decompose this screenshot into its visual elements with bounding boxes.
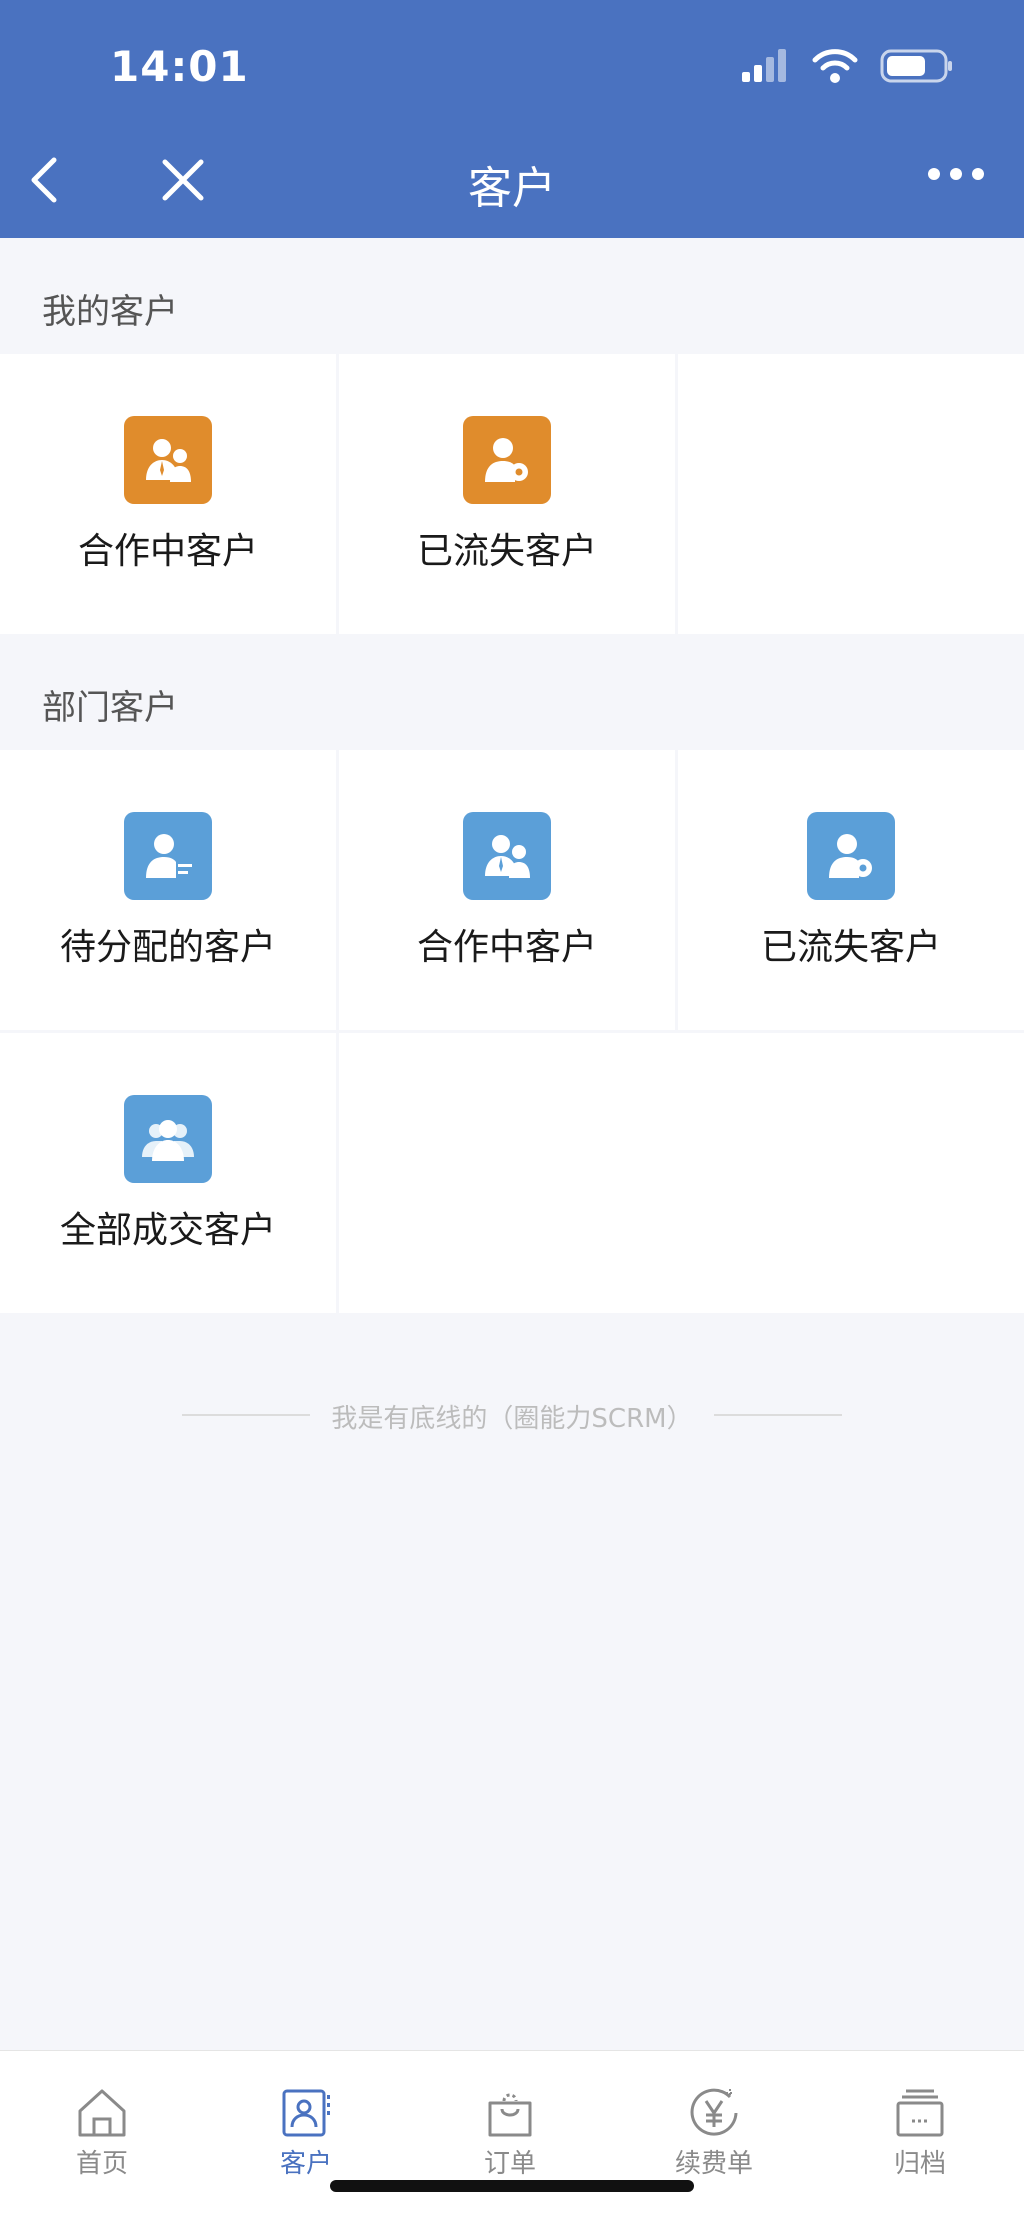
customers-cooperating-icon (463, 812, 551, 900)
page-title: 客户 (468, 163, 556, 214)
grid-item-label: 已流失客户 (760, 927, 941, 968)
divider-line (714, 1414, 842, 1416)
grid-item-label: 合作中客户 (416, 927, 597, 968)
yen-renew-icon (690, 2088, 738, 2136)
section-title-my: 我的客户 (42, 292, 178, 332)
contacts-icon (282, 2089, 330, 2137)
grid-item-dept-all-deals[interactable]: 全部成交客户 (0, 1033, 336, 1313)
grid-item-label: 已流失客户 (416, 531, 597, 572)
grid-item-label: 合作中客户 (77, 531, 258, 572)
wifi-icon (812, 49, 858, 83)
grid-item-label: 全部成交客户 (59, 1210, 276, 1251)
status-time: 14:01 (110, 42, 249, 91)
tab-label: 续费单 (674, 2149, 753, 2179)
header-bar: 14:01 客户 (0, 0, 1024, 238)
grid-item-label: 待分配的客户 (59, 927, 276, 968)
customer-pending-icon (124, 812, 212, 900)
screen: 14:01 客户 我的客户 合作中客户 已流失客户 部门客户 待分配的客户 合作… (0, 0, 1024, 2216)
home-indicator[interactable] (330, 2180, 694, 2192)
grid-item-my-lost[interactable]: 已流失客户 (339, 354, 675, 634)
signal-icon (742, 49, 786, 82)
tab-home[interactable]: 首页 (0, 2051, 204, 2216)
status-icons (740, 48, 954, 84)
battery-icon (880, 49, 952, 83)
section-title-dept: 部门客户 (42, 688, 178, 728)
grid-item-dept-lost[interactable]: 已流失客户 (678, 750, 1024, 1030)
tab-label: 客户 (279, 2149, 332, 2179)
customer-lost-icon (463, 416, 551, 504)
grid-item-my-cooperating[interactable]: 合作中客户 (0, 354, 336, 634)
customers-cooperating-icon (124, 416, 212, 504)
end-of-list-text: 我是有底线的（圈能力SCRM） (331, 1404, 693, 1434)
customer-lost-icon (807, 812, 895, 900)
grid-empty-cell (678, 354, 1024, 634)
home-icon (78, 2089, 126, 2137)
tab-label: 订单 (483, 2149, 536, 2179)
tab-label: 归档 (893, 2149, 946, 2179)
grid-empty-cell (339, 1033, 1024, 1313)
archive-icon (896, 2089, 944, 2137)
grid-item-dept-pending[interactable]: 待分配的客户 (0, 750, 336, 1030)
all-customers-icon (124, 1095, 212, 1183)
shopping-bag-icon (488, 2093, 532, 2137)
tab-label: 首页 (75, 2149, 128, 2179)
tab-archive[interactable]: 归档 (816, 2051, 1024, 2216)
grid-item-dept-cooperating[interactable]: 合作中客户 (339, 750, 675, 1030)
more-icon[interactable] (928, 168, 984, 180)
